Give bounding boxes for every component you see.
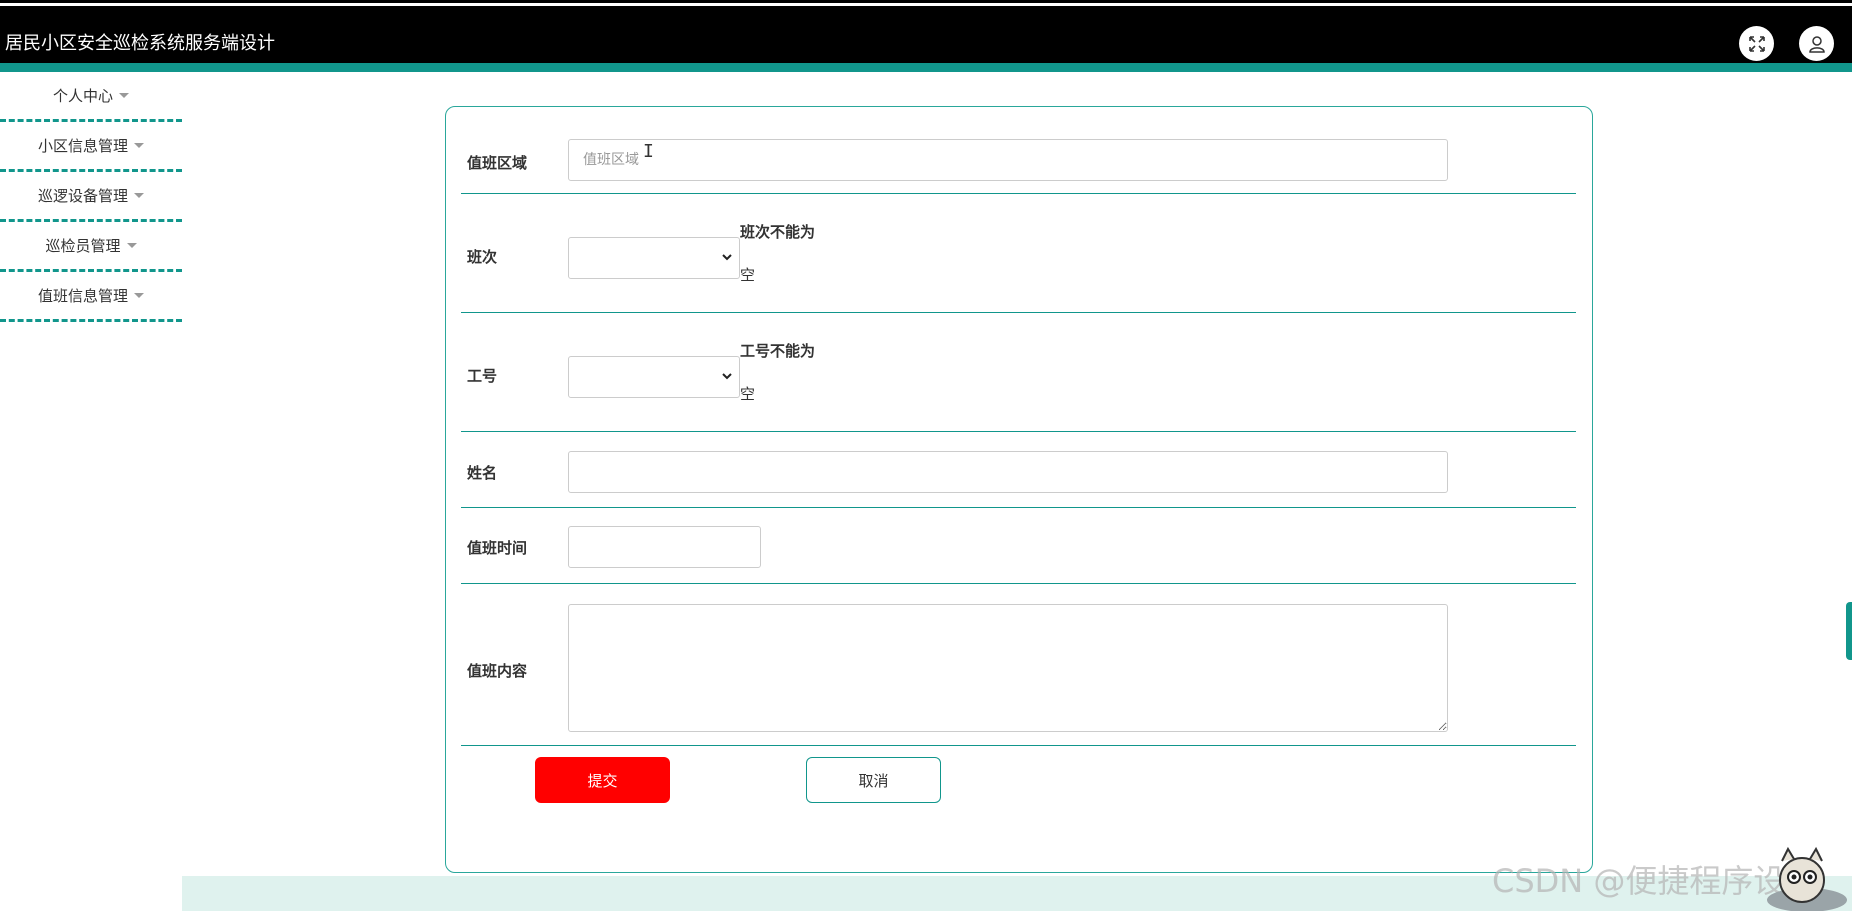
mascot-icon xyxy=(1767,846,1847,911)
name-input[interactable] xyxy=(568,451,1448,493)
side-scroll-tab[interactable] xyxy=(1846,602,1852,660)
duty-time-label: 值班时间 xyxy=(467,539,528,557)
sidebar-item-community-info[interactable]: 小区信息管理 xyxy=(0,122,182,172)
sidebar-item-label: 小区信息管理 xyxy=(37,137,128,155)
header-accent-band xyxy=(0,63,1852,72)
job-no-select[interactable] xyxy=(568,356,740,398)
sidebar: 个人中心 小区信息管理 巡逻设备管理 巡检员管理 值班信息管理 xyxy=(0,72,182,322)
caret-down-icon xyxy=(134,143,144,148)
caret-down-icon xyxy=(126,243,137,248)
sidebar-item-personal-center[interactable]: 个人中心 xyxy=(0,72,182,122)
form-row-shift: 班次 班次不能为 空 xyxy=(461,194,1576,313)
shift-select[interactable] xyxy=(568,237,740,279)
caret-down-icon xyxy=(134,193,144,198)
form-row-area: 值班区域 xyxy=(461,107,1576,194)
submit-button[interactable]: 提交 xyxy=(535,757,670,803)
cancel-button[interactable]: 取消 xyxy=(806,757,941,803)
user-icon xyxy=(1808,35,1825,53)
area-label: 值班区域 xyxy=(467,154,528,172)
shift-label: 班次 xyxy=(467,248,498,266)
caret-down-icon xyxy=(119,93,129,98)
app-title: 居民小区安全巡检系统服务端设计 xyxy=(5,33,275,54)
duty-time-input[interactable] xyxy=(568,526,761,568)
sidebar-item-duty-info[interactable]: 值班信息管理 xyxy=(0,272,182,322)
duty-form-panel: 值班区域 班次 班次不能为 空 工号 工号不能为 空 姓名 值班时间 值班内 xyxy=(445,106,1593,873)
form-row-name: 姓名 xyxy=(461,432,1576,508)
form-row-duty-time: 值班时间 xyxy=(461,508,1576,584)
form-row-duty-content: 值班内容 xyxy=(461,584,1576,746)
sidebar-item-patrol-device[interactable]: 巡逻设备管理 xyxy=(0,172,182,222)
app-header: 居民小区安全巡检系统服务端设计 xyxy=(0,6,1852,63)
fullscreen-button[interactable] xyxy=(1739,26,1774,61)
sidebar-item-label: 值班信息管理 xyxy=(37,287,128,305)
expand-icon xyxy=(1748,35,1765,52)
job-no-error: 工号不能为 xyxy=(740,342,816,360)
caret-down-icon xyxy=(134,293,144,298)
shift-error: 班次不能为 xyxy=(740,223,816,241)
sidebar-item-inspector[interactable]: 巡检员管理 xyxy=(0,222,182,272)
name-label: 姓名 xyxy=(467,464,498,482)
sidebar-item-label: 巡检员管理 xyxy=(45,237,121,255)
chevron-down-icon xyxy=(722,373,732,380)
shift-error-cont: 空 xyxy=(740,266,756,284)
area-input[interactable] xyxy=(568,139,1448,181)
chevron-down-icon xyxy=(722,254,732,261)
duty-content-textarea[interactable] xyxy=(568,604,1448,732)
form-row-job-no: 工号 工号不能为 空 xyxy=(461,313,1576,432)
job-no-error-cont: 空 xyxy=(740,385,756,403)
text-cursor-icon: I xyxy=(643,141,654,162)
user-menu-button[interactable] xyxy=(1799,26,1834,61)
job-no-label: 工号 xyxy=(467,367,498,385)
sidebar-item-label: 巡逻设备管理 xyxy=(37,187,128,205)
sidebar-item-label: 个人中心 xyxy=(52,87,113,105)
duty-content-label: 值班内容 xyxy=(467,662,528,680)
